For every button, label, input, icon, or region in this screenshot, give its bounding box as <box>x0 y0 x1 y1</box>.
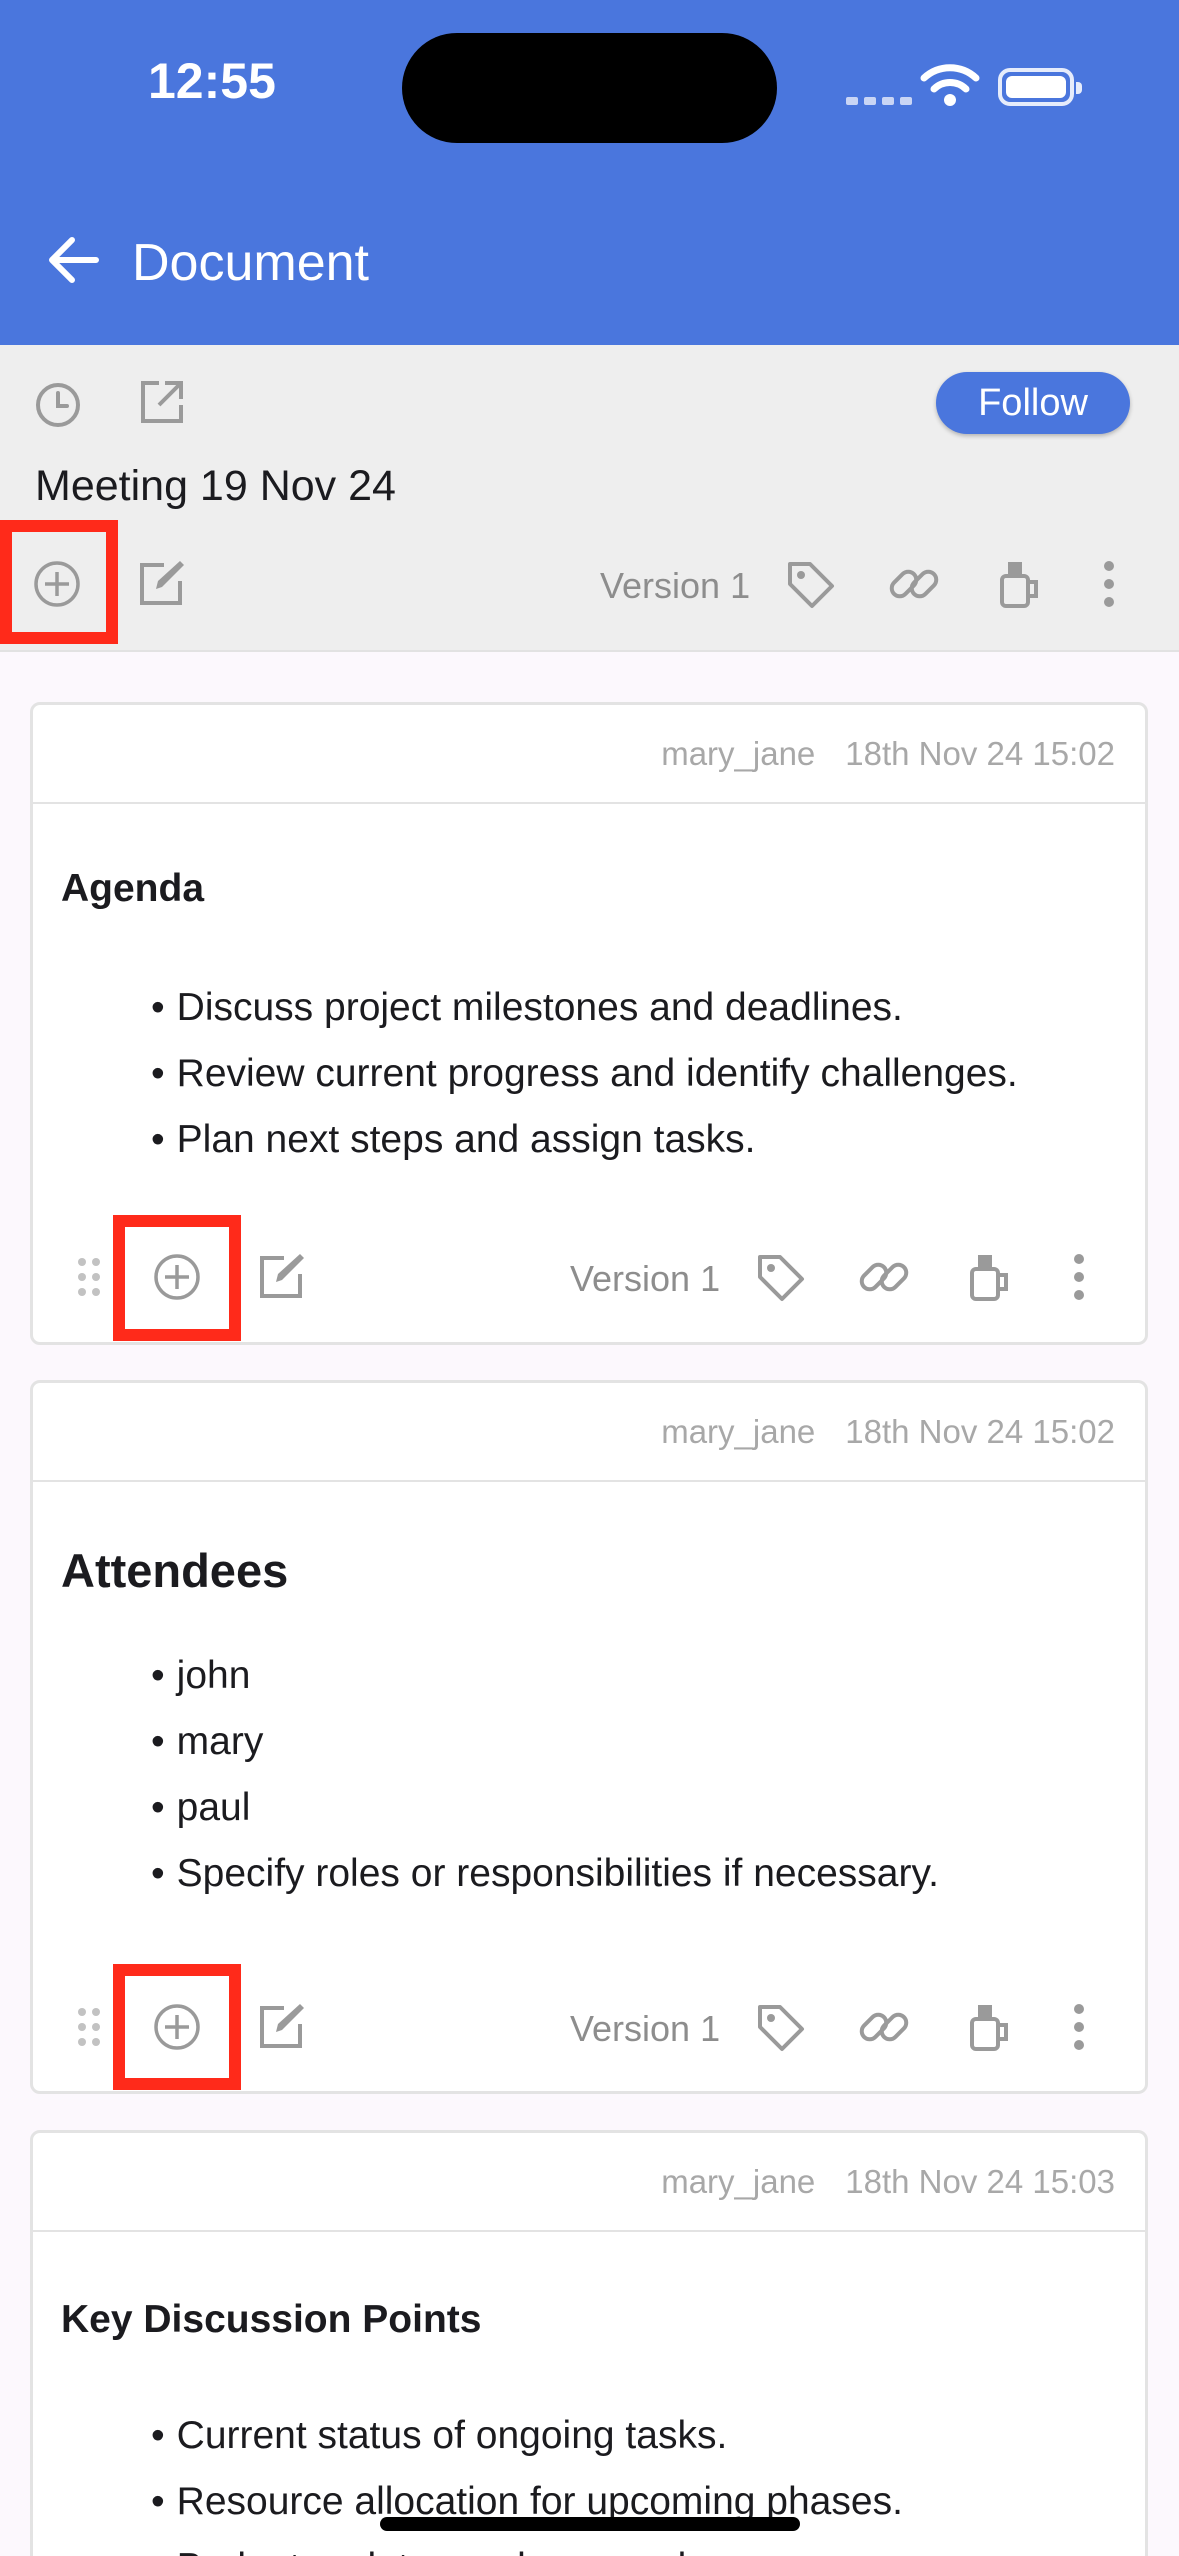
bullet-list: john mary paul Specify roles or responsi… <box>151 1643 939 1907</box>
link-icon[interactable] <box>856 1249 912 1305</box>
list-item: mary <box>151 1709 939 1775</box>
edit-icon[interactable] <box>134 557 188 611</box>
tag-icon[interactable] <box>752 1249 808 1305</box>
card-heading: Key Discussion Points <box>61 2298 482 2341</box>
more-vert-icon[interactable] <box>1064 1999 1094 2055</box>
battery-icon <box>998 68 1082 106</box>
card-timestamp: 18th Nov 24 15:02 <box>845 735 1115 772</box>
mug-icon[interactable] <box>962 1249 1018 1305</box>
list-item: paul <box>151 1775 939 1841</box>
mug-icon[interactable] <box>992 556 1048 612</box>
tag-icon[interactable] <box>782 556 838 612</box>
list-item: Discuss project milestones and deadlines… <box>151 975 1018 1041</box>
bullet-list: Discuss project milestones and deadlines… <box>151 975 1018 1173</box>
status-time: 12:55 <box>148 53 276 109</box>
highlight-box <box>113 1215 241 1341</box>
drag-handle-icon[interactable] <box>74 1254 104 1300</box>
highlight-box <box>113 1964 241 2090</box>
list-item: Plan next steps and assign tasks. <box>151 1107 1018 1173</box>
link-icon[interactable] <box>886 556 942 612</box>
document-name: Meeting 19 Nov 24 <box>35 462 396 510</box>
card-timestamp: 18th Nov 24 15:03 <box>845 2163 1115 2200</box>
drag-handle-icon[interactable] <box>74 2004 104 2050</box>
list-item: Specify roles or responsibilities if nec… <box>151 1841 939 1907</box>
highlight-box <box>0 520 118 644</box>
app-bar: 12:55 Document <box>0 0 1179 345</box>
history-clock-icon[interactable] <box>30 377 86 433</box>
list-item: Budget updates and approvals. <box>151 2535 903 2556</box>
open-external-icon[interactable] <box>135 375 189 429</box>
list-item: Current status of ongoing tasks. <box>151 2403 903 2469</box>
more-vert-icon[interactable] <box>1094 556 1124 612</box>
version-label: Version 1 <box>600 565 751 606</box>
bullet-list: Current status of ongoing tasks. Resourc… <box>151 2403 903 2556</box>
edit-icon[interactable] <box>254 1250 308 1304</box>
list-item: john <box>151 1643 939 1709</box>
tag-icon[interactable] <box>752 1999 808 2055</box>
version-label: Version 1 <box>570 1258 721 1299</box>
edit-icon[interactable] <box>254 2000 308 2054</box>
more-vert-icon[interactable] <box>1064 1249 1094 1305</box>
version-label: Version 1 <box>570 2008 721 2049</box>
divider <box>33 2230 1145 2232</box>
card-heading: Attendees <box>61 1544 289 1597</box>
wifi-icon <box>920 64 980 106</box>
card-heading: Agenda <box>61 867 205 910</box>
divider <box>33 802 1145 804</box>
home-indicator <box>380 2517 800 2531</box>
card-author: mary_jane <box>661 1413 816 1450</box>
follow-button[interactable]: Follow <box>936 372 1130 434</box>
back-arrow-icon[interactable] <box>44 230 104 290</box>
card-timestamp: 18th Nov 24 15:02 <box>845 1413 1115 1450</box>
divider <box>33 1480 1145 1482</box>
cellular-signal-icon <box>846 97 912 105</box>
dynamic-island <box>402 33 777 143</box>
card-author: mary_jane <box>661 735 816 772</box>
mug-icon[interactable] <box>962 1999 1018 2055</box>
page-title: Document <box>132 234 369 292</box>
list-item: Review current progress and identify cha… <box>151 1041 1018 1107</box>
card-author: mary_jane <box>661 2163 816 2200</box>
link-icon[interactable] <box>856 1999 912 2055</box>
content-card: mary_jane 18th Nov 24 15:03 Key Discussio… <box>30 2130 1148 2556</box>
